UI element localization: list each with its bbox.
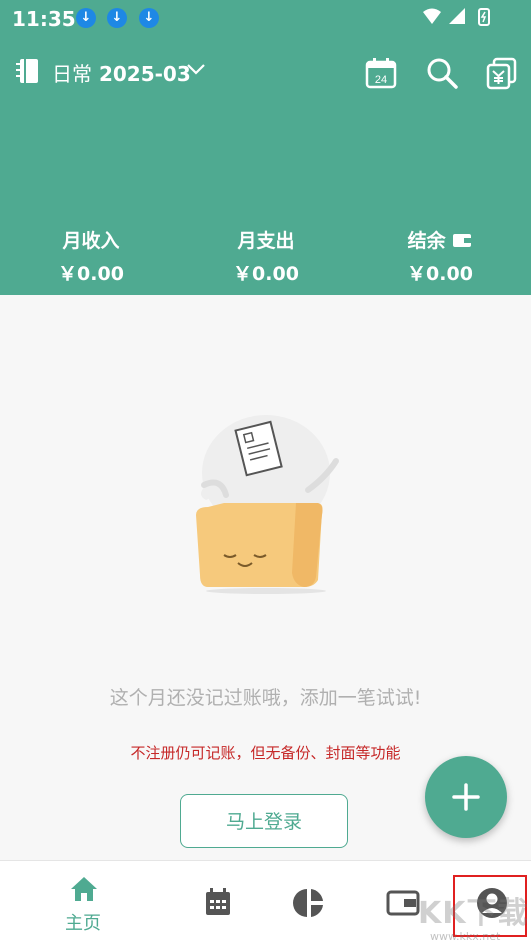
watermark-url: www.kkx.net [430,930,501,943]
wallet-small-icon [453,234,472,247]
income-label: 月收入 [62,230,120,252]
download-icon: ↓ [139,8,159,28]
ledger-book-icon[interactable] [14,57,42,85]
chart-pie-icon [293,889,323,917]
plus-icon [452,783,480,811]
nav-item-calendar[interactable] [173,861,263,945]
add-record-button[interactable] [425,756,507,838]
nav-label-home: 主页 [65,913,101,934]
balance-label: 结余 [407,230,446,252]
top-bar: 日常 2025-03 24 [0,50,531,94]
balance-value: ￥0.00 [407,263,473,285]
calendar-icon[interactable]: 24 [364,56,398,90]
ledger-month: 2025-03 [98,62,191,86]
search-icon[interactable] [425,56,459,90]
balance-summary[interactable]: 结余 ￥0.00 [360,226,520,286]
income-summary: 月收入 ￥0.00 [11,226,171,286]
watermark-logo: KK下载 [418,896,529,931]
month-summary: 月收入 ￥0.00 月支出 ￥0.00 结余 ￥0.00 [0,226,531,286]
empty-state-message: 这个月还没记过账哦，添加一笔试试! [109,687,422,709]
home-icon [71,877,97,901]
login-button[interactable]: 马上登录 [180,794,348,848]
expense-summary: 月支出 ￥0.00 [186,226,346,286]
system-status-icons [423,8,490,26]
wallet-icon [386,890,420,916]
status-bar: 11:35 ↓ ↓ ↓ [0,0,531,36]
calendar-badge: 24 [375,74,387,86]
ledger-selector[interactable]: 日常 2025-03 [52,58,191,87]
expense-value: ￥0.00 [233,263,299,285]
nav-item-home[interactable]: 主页 [38,861,128,945]
status-time: 11:35 [12,7,76,31]
calendar-nav-icon [206,888,230,915]
expense-label: 月支出 [237,230,295,252]
header: 11:35 ↓ ↓ ↓ 日常 2025-03 24 月收入 ￥0.00 月支出 … [0,0,531,295]
download-icon: ↓ [76,8,96,28]
income-value: ￥0.00 [58,263,124,285]
bill-icon[interactable] [485,56,519,90]
chevron-down-icon[interactable] [186,62,206,76]
empty-folder-illustration [196,415,339,594]
ledger-name: 日常 [52,62,92,86]
download-icon: ↓ [107,8,127,28]
nav-item-chart[interactable] [265,861,355,945]
